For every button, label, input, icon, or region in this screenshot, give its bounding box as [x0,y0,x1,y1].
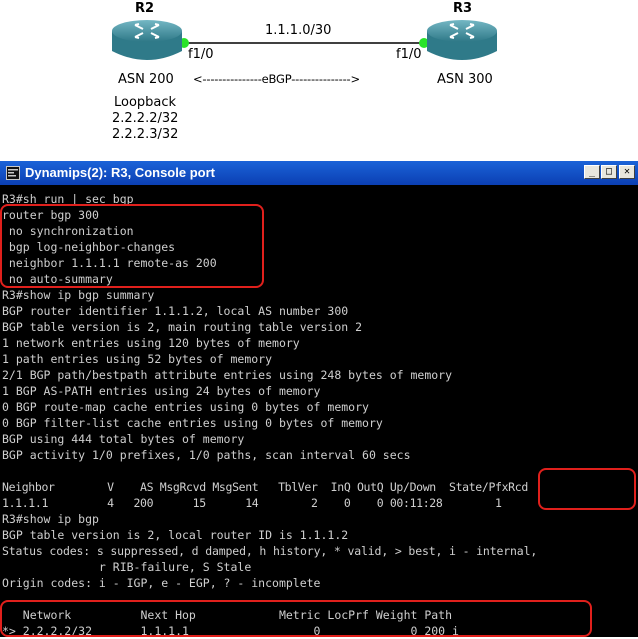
console-line: BGP activity 1/0 prefixes, 1/0 paths, sc… [2,448,411,462]
r2-asn-label: ASN 200 [118,72,174,87]
highlight-bgp-config [0,204,264,288]
r3-asn-label: ASN 300 [437,72,493,87]
router-r2-name: R2 [135,1,155,16]
highlight-state-pfxrcd [538,468,636,510]
console-app-icon [6,166,20,180]
console-line: R3#show ip bgp summary [2,288,155,302]
r3-interface-label: f1/0 [396,47,422,62]
r2-interface-label: f1/0 [188,47,214,62]
window-titlebar[interactable]: Dynamips(2): R3, Console port _ □ ✕ [0,161,638,185]
router-r3-name: R3 [453,1,473,16]
console-window: Dynamips(2): R3, Console port _ □ ✕ R3#s… [0,161,638,638]
loopback-addr-2: 2.2.2.3/32 [112,127,179,142]
console-line: Origin codes: i - IGP, e - EGP, ? - inco… [2,576,321,590]
console-line: r RIB-failure, S Stale [2,560,252,574]
console-line: 2/1 BGP path/bestpath attribute entries … [2,368,453,382]
console-line: 0 BGP route-map cache entries using 0 by… [2,400,369,414]
console-line: 1.1.1.1 4 200 15 14 2 0 0 00:11:28 1 [2,496,502,510]
console-terminal[interactable]: R3#sh run | sec bgp router bgp 300 no sy… [0,191,638,638]
console-line: Neighbor V AS MsgRcvd MsgSent TblVer InQ… [2,480,528,494]
loopback-addr-1: 2.2.2.2/32 [112,111,179,126]
console-line: Status codes: s suppressed, d damped, h … [2,544,538,558]
console-line: 1 network entries using 120 bytes of mem… [2,336,300,350]
window-title: Dynamips(2): R3, Console port [25,165,215,180]
console-line: BGP router identifier 1.1.1.2, local AS … [2,304,349,318]
close-button[interactable]: ✕ [619,165,635,179]
console-line: 1 path entries using 52 bytes of memory [2,352,273,366]
console-line: R3#show ip bgp [2,512,99,526]
highlight-bgp-table [0,600,592,637]
loopback-title: Loopback [114,95,177,110]
console-line: 1 BGP AS-PATH entries using 24 bytes of … [2,384,321,398]
minimize-button[interactable]: _ [584,165,600,179]
ebgp-arrow-label: <---------------eBGP---------------> [193,72,360,86]
console-line: BGP using 444 total bytes of memory [2,432,245,446]
link-subnet-label: 1.1.1.0/30 [265,23,332,38]
console-line: 0 BGP filter-list cache entries using 0 … [2,416,383,430]
console-line: BGP table version is 2, main routing tab… [2,320,363,334]
console-line: BGP table version is 2, local router ID … [2,528,349,542]
maximize-button[interactable]: □ [601,165,617,179]
router-r2-icon[interactable] [110,19,184,63]
router-r3-icon[interactable] [425,19,499,63]
topology-diagram: R2 R3 1.1.1.0/30 f1/0 f1/0 ASN 200 <----… [0,0,638,160]
